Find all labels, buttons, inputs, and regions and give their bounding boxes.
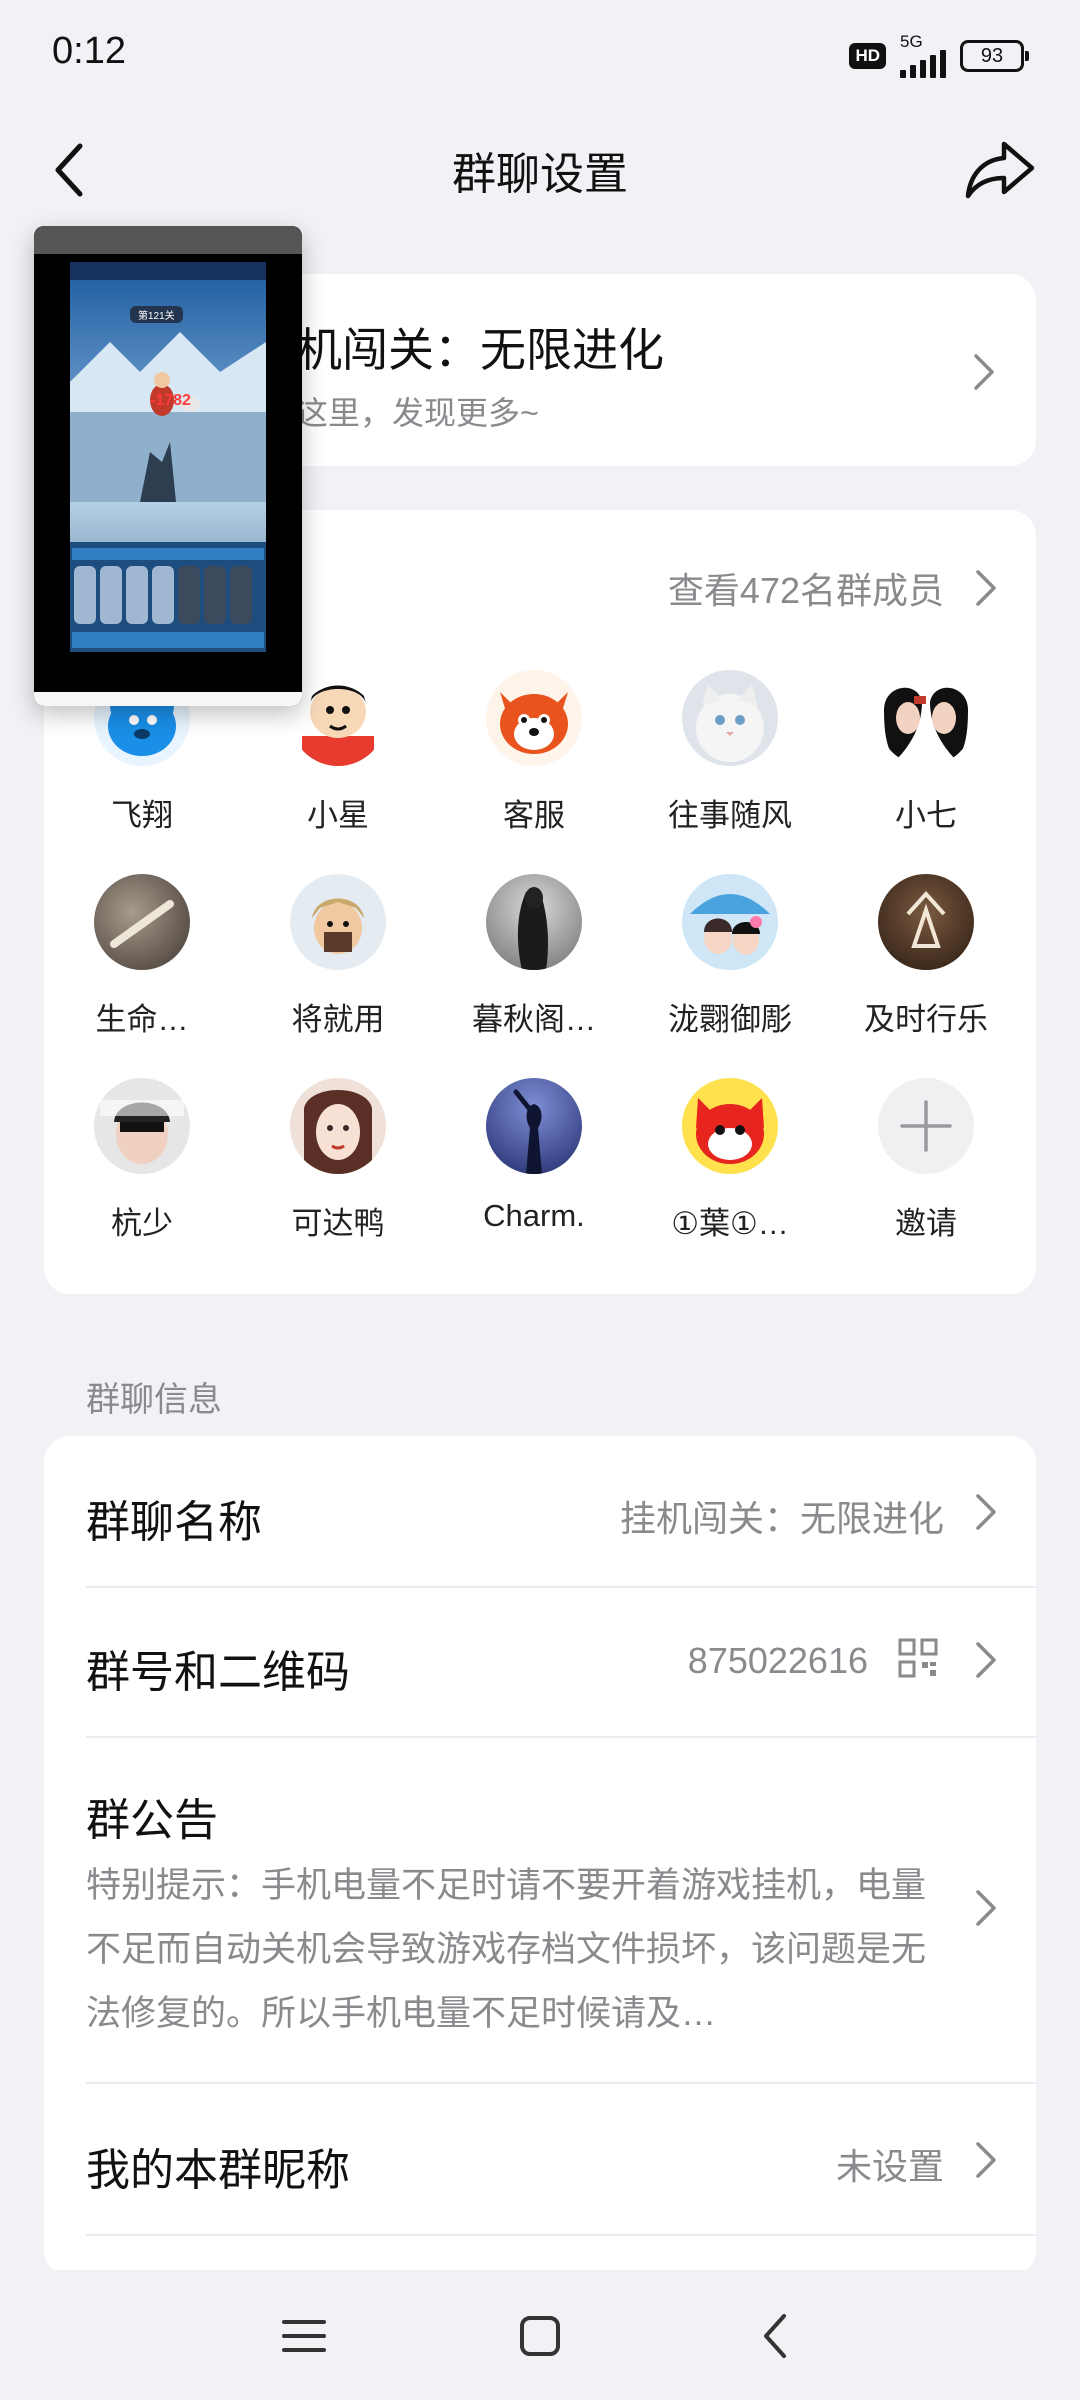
group-id-value: 875022616 (687, 1640, 868, 1681)
avatar (486, 1078, 582, 1174)
group-id-row[interactable]: 群号和二维码 875022616 (86, 1588, 996, 1736)
game-scene-icon (70, 332, 266, 502)
member-item[interactable]: 往事随风 (632, 670, 828, 835)
share-button[interactable] (960, 130, 1040, 210)
avatar (878, 670, 974, 766)
member-name: 小七 (895, 798, 957, 833)
divider (86, 2234, 1036, 2236)
member-name: 飞翔 (111, 798, 173, 833)
nickname-row[interactable]: 我的本群昵称 未设置 (86, 2084, 996, 2234)
avatar (94, 874, 190, 970)
avatar (94, 1078, 190, 1174)
avatar (878, 874, 974, 970)
qr-code-icon[interactable] (898, 1638, 938, 1678)
group-hint: 这里，发现更多~ (296, 395, 539, 431)
member-item[interactable]: 小七 (828, 670, 1024, 835)
member-item[interactable]: Charm. (436, 1078, 632, 1234)
member-name: ①葉①… (671, 1206, 789, 1241)
page-title: 群聊设置 (452, 150, 628, 199)
announcement-row[interactable]: 群公告 特别提示：手机电量不足时请不要开着游戏挂机，电量不足而自动关机会导致游戏… (86, 1738, 996, 2082)
chevron-right-icon (974, 1492, 998, 1532)
signal-icon: 5G (900, 32, 946, 78)
status-bar: 0:12 HD 5G 93 (0, 0, 1080, 110)
avatar (290, 1078, 386, 1174)
home-button[interactable] (512, 2308, 568, 2364)
member-item[interactable]: 可达鸭 (240, 1078, 436, 1243)
member-name: 及时行乐 (864, 1002, 988, 1037)
member-item[interactable]: 泷翾御彫 (632, 874, 828, 1039)
info-card: 群聊名称 挂机闯关：无限进化 群号和二维码 875022616 群公告 特别提示… (44, 1436, 1036, 2276)
group-name: 机闯关：无限进化 (296, 324, 664, 376)
game-damage-text: -1782 (150, 392, 191, 409)
chevron-right-icon (974, 1640, 998, 1680)
nickname-value: 未设置 (835, 2146, 944, 2187)
nav-back-button[interactable] (748, 2308, 804, 2364)
status-time: 0:12 (52, 30, 126, 72)
avatar (290, 874, 386, 970)
invite-label: 邀请 (895, 1206, 957, 1241)
game-screenshot: 第121关 -1782 (70, 262, 266, 652)
avatar (682, 1078, 778, 1174)
member-name: 将就用 (291, 1002, 385, 1037)
chevron-right-icon (974, 1888, 998, 1928)
section-label: 群聊信息 (86, 1381, 222, 1419)
member-name: 暮秋阁… (472, 1002, 596, 1037)
member-name: 生命… (95, 1002, 189, 1037)
battery-icon: 93 (960, 40, 1029, 72)
back-icon (764, 2314, 786, 2358)
game-hud (70, 262, 266, 280)
chevron-right-icon (974, 2140, 998, 2180)
member-item[interactable]: 杭少 (44, 1078, 240, 1243)
invite-button[interactable]: 邀请 (828, 1078, 1024, 1243)
group-name-row[interactable]: 群聊名称 挂机闯关：无限进化 (86, 1436, 996, 1586)
game-panel (70, 542, 266, 652)
member-item[interactable]: 及时行乐 (828, 874, 1024, 1039)
floating-game-window[interactable]: 第121关 -1782 (34, 226, 302, 706)
menu-button[interactable] (276, 2308, 332, 2364)
member-item[interactable]: 客服 (436, 670, 632, 835)
share-icon (965, 141, 1035, 199)
plus-icon (900, 1100, 952, 1152)
status-icons: HD 5G 93 (849, 32, 1029, 78)
view-members-link[interactable]: 查看472名群成员 (668, 562, 944, 614)
group-name-value: 挂机闯关：无限进化 (619, 1498, 944, 1539)
chevron-right-icon (972, 352, 996, 392)
menu-icon (282, 2320, 326, 2352)
game-stage-label: 第121关 (130, 306, 183, 323)
group-name-label: 群聊名称 (86, 1498, 262, 1547)
member-item[interactable]: 生命… (44, 874, 240, 1039)
avatar (486, 874, 582, 970)
member-name: 小星 (307, 798, 369, 833)
announcement-text: 特别提示：手机电量不足时请不要开着游戏挂机，电量不足而自动关机会导致游戏存档文件… (86, 1866, 927, 2033)
floating-window-bar[interactable] (34, 226, 302, 254)
hd-icon: HD (849, 43, 886, 69)
member-name: 杭少 (111, 1206, 173, 1241)
member-name: 往事随风 (668, 798, 792, 833)
member-item[interactable]: 将就用 (240, 874, 436, 1039)
avatar (290, 670, 386, 766)
title-bar: 群聊设置 (0, 110, 1080, 228)
avatar (878, 1078, 974, 1174)
system-nav-bar (0, 2270, 1080, 2400)
avatar (682, 670, 778, 766)
member-name: 泷翾御彫 (668, 1002, 792, 1037)
member-item[interactable]: ①葉①… (632, 1078, 828, 1243)
announcement-label: 群公告 (86, 1796, 218, 1845)
group-id-label: 群号和二维码 (86, 1648, 350, 1697)
member-item[interactable]: 暮秋阁… (436, 874, 632, 1039)
member-name: Charm. (483, 1198, 585, 1233)
home-icon (520, 2316, 560, 2356)
avatar (682, 874, 778, 970)
avatar (486, 670, 582, 766)
chevron-right-icon (974, 568, 998, 608)
member-name: 可达鸭 (291, 1206, 385, 1241)
nickname-label: 我的本群昵称 (86, 2146, 350, 2195)
member-name: 客服 (503, 798, 565, 833)
network-type: 5G (900, 32, 923, 51)
floating-window-footer (34, 692, 302, 706)
